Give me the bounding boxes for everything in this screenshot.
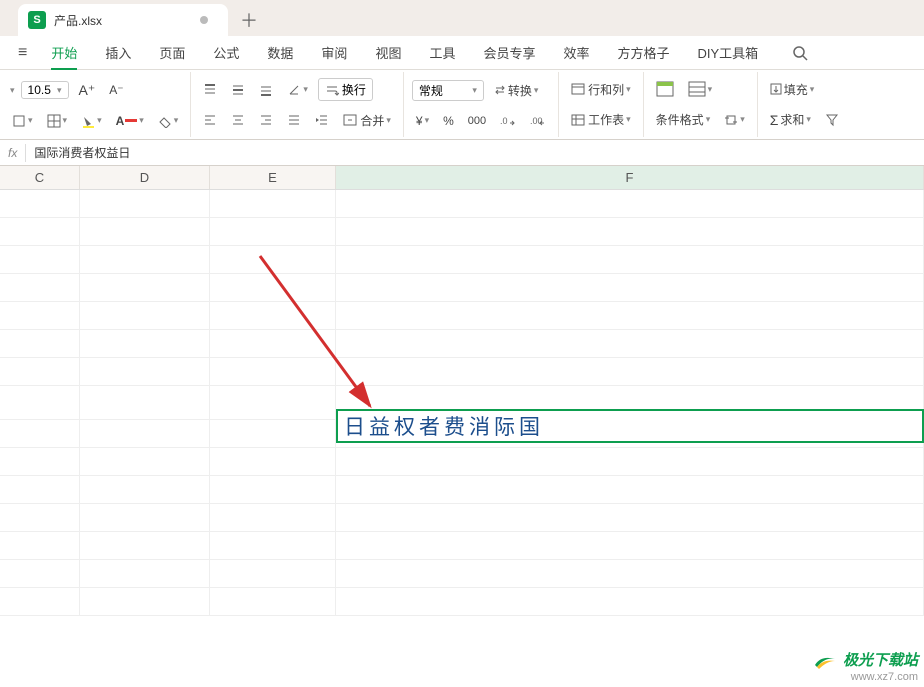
decimal-inc-button[interactable]: .0 bbox=[496, 113, 520, 129]
convert-label: 转换 bbox=[508, 82, 532, 99]
menu-data[interactable]: 数据 bbox=[253, 36, 307, 70]
selected-cell[interactable]: 国际消费者权益日 bbox=[336, 409, 924, 443]
number-format-select[interactable]: 常规 ▾ bbox=[412, 80, 484, 101]
watermark-logo-icon bbox=[813, 651, 837, 671]
number-format-label: 常规 bbox=[419, 82, 443, 99]
sheet-badge: S bbox=[28, 11, 46, 29]
fx-icon[interactable]: fx bbox=[0, 146, 25, 160]
currency-button[interactable]: ¥▾ bbox=[412, 112, 433, 130]
menu-bar: ≡ 开始 插入 页面 公式 数据 审阅 视图 工具 会员专享 效率 方方格子 D… bbox=[0, 36, 924, 70]
crop-button[interactable]: ▾ bbox=[720, 111, 749, 129]
font-color-button[interactable]: A▾ bbox=[112, 112, 148, 130]
font-size-input[interactable]: 10.5 ▾ bbox=[21, 81, 69, 99]
rowscols-label: 行和列 bbox=[588, 81, 624, 98]
merge-button[interactable]: 合并▾ bbox=[339, 110, 395, 131]
formula-bar: fx 国际消费者权益日 bbox=[0, 140, 924, 166]
watermark: 极光下载站 www.xz7.com bbox=[813, 649, 918, 683]
ribbon-styles-group: ▾ 条件格式▾ ▾ bbox=[644, 72, 758, 137]
formula-value[interactable]: 国际消费者权益日 bbox=[34, 144, 924, 161]
clear-format-button[interactable]: ▾ bbox=[8, 112, 37, 130]
condfmt-button[interactable]: 条件格式▾ bbox=[652, 109, 715, 130]
menu-diy[interactable]: DIY工具箱 bbox=[684, 36, 773, 70]
new-tab-button[interactable]: ＋ bbox=[240, 7, 258, 33]
align-bottom-button[interactable] bbox=[255, 81, 277, 99]
align-middle-button[interactable] bbox=[227, 81, 249, 99]
convert-button[interactable]: 转换▾ bbox=[490, 80, 543, 101]
borders-button[interactable]: ▾ bbox=[43, 112, 72, 130]
col-header-d[interactable]: D bbox=[80, 166, 210, 189]
divider bbox=[25, 144, 26, 162]
grid-rows bbox=[0, 190, 924, 616]
menu-view[interactable]: 视图 bbox=[361, 36, 415, 70]
menu-ffgz[interactable]: 方方格子 bbox=[604, 36, 684, 70]
comma-button[interactable]: 000 bbox=[464, 113, 490, 129]
svg-text:.0: .0 bbox=[500, 116, 508, 126]
worksheet-label: 工作表 bbox=[588, 111, 624, 128]
fill-color-button[interactable]: ▾ bbox=[77, 112, 106, 130]
menu-formula[interactable]: 公式 bbox=[199, 36, 253, 70]
table-style-button[interactable] bbox=[652, 79, 678, 99]
wrap-text-button[interactable]: 换行 bbox=[318, 78, 373, 101]
filter-button[interactable] bbox=[821, 111, 843, 129]
ribbon-editing-group: 填充▾ Σ 求和▾ bbox=[758, 72, 851, 137]
menu-page[interactable]: 页面 bbox=[145, 36, 199, 70]
wrap-label: 换行 bbox=[342, 81, 366, 98]
font-shrink-button[interactable]: A⁻ bbox=[105, 81, 127, 99]
column-headers: C D E F bbox=[0, 166, 924, 190]
fill-button[interactable]: 填充▾ bbox=[766, 79, 819, 100]
menu-start[interactable]: 开始 bbox=[37, 36, 91, 70]
spreadsheet-grid[interactable]: C D E F 国际消费者权益日 bbox=[0, 166, 924, 687]
col-header-e[interactable]: E bbox=[210, 166, 336, 189]
watermark-url: www.xz7.com bbox=[813, 671, 918, 683]
align-justify-button[interactable] bbox=[283, 111, 305, 129]
unsaved-dot-icon bbox=[200, 16, 208, 24]
menu-insert[interactable]: 插入 bbox=[91, 36, 145, 70]
ribbon-align-group: ▾ 换行 合并▾ bbox=[191, 72, 404, 137]
file-tab[interactable]: S 产品.xlsx bbox=[18, 4, 228, 36]
font-grow-button[interactable]: A⁺ bbox=[75, 80, 100, 101]
hamburger-icon[interactable]: ≡ bbox=[8, 44, 37, 62]
sum-button[interactable]: Σ 求和▾ bbox=[766, 109, 815, 130]
search-icon[interactable] bbox=[782, 45, 818, 61]
indent-button[interactable] bbox=[311, 111, 333, 129]
svg-text:.00: .00 bbox=[530, 116, 543, 126]
ribbon-number-group: 常规 ▾ 转换▾ ¥▾ % 000 .0 .00 bbox=[404, 72, 559, 137]
menu-efficiency[interactable]: 效率 bbox=[549, 36, 603, 70]
worksheet-button[interactable]: 工作表▾ bbox=[567, 109, 635, 130]
ribbon-cells-group: 行和列▾ 工作表▾ bbox=[559, 72, 644, 137]
percent-button[interactable]: % bbox=[439, 112, 458, 130]
sum-label: 求和 bbox=[780, 111, 804, 128]
orientation-button[interactable]: ▾ bbox=[283, 81, 312, 99]
clear-button[interactable]: ▾ bbox=[154, 112, 183, 130]
menu-member[interactable]: 会员专享 bbox=[469, 36, 549, 70]
tab-bar: S 产品.xlsx ＋ bbox=[0, 0, 924, 36]
rowscols-button[interactable]: 行和列▾ bbox=[567, 79, 635, 100]
watermark-title: 极光下载站 bbox=[843, 652, 918, 669]
font-dropdown-icon[interactable]: ▾ bbox=[10, 85, 15, 96]
menu-review[interactable]: 审阅 bbox=[307, 36, 361, 70]
ribbon: ▾ 10.5 ▾ A⁺ A⁻ ▾ ▾ ▾ A▾ ▾ ▾ 换行 bbox=[0, 70, 924, 140]
fill-label: 填充 bbox=[784, 81, 808, 98]
align-center-button[interactable] bbox=[227, 111, 249, 129]
ribbon-font-group: ▾ 10.5 ▾ A⁺ A⁻ ▾ ▾ ▾ A▾ ▾ bbox=[0, 72, 191, 137]
menu-tools[interactable]: 工具 bbox=[415, 36, 469, 70]
align-top-button[interactable] bbox=[199, 81, 221, 99]
decimal-dec-button[interactable]: .00 bbox=[526, 113, 550, 129]
cell-text: 国际消费者权益日 bbox=[344, 411, 544, 441]
merge-label: 合并 bbox=[360, 112, 384, 129]
col-header-f[interactable]: F bbox=[336, 166, 924, 189]
cell-style-button[interactable]: ▾ bbox=[684, 79, 717, 99]
col-header-c[interactable]: C bbox=[0, 166, 80, 189]
align-right-button[interactable] bbox=[255, 111, 277, 129]
font-size-value: 10.5 bbox=[28, 83, 51, 97]
align-left-button[interactable] bbox=[199, 111, 221, 129]
condfmt-label: 条件格式 bbox=[656, 111, 704, 128]
tab-title: 产品.xlsx bbox=[54, 12, 190, 29]
